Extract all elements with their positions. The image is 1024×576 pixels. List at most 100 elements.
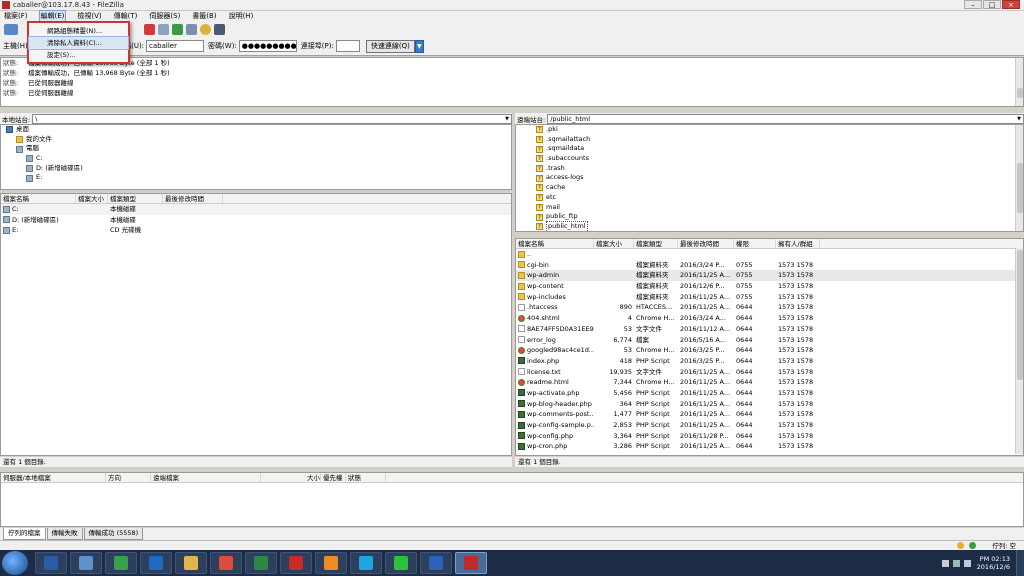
clock[interactable]: PM 02:13 2016/12/6 xyxy=(977,555,1010,571)
menu-6[interactable]: 說明(H) xyxy=(228,11,255,21)
network-icon[interactable] xyxy=(952,559,960,567)
column-header[interactable]: 檔案類型 xyxy=(634,239,678,248)
taskbar-xbox-button[interactable] xyxy=(105,552,137,574)
table-row[interactable]: license.txt 19,935 文字文件 2016/11/25 A... 0644… xyxy=(516,367,1023,378)
taskbar-skype-button[interactable] xyxy=(350,552,382,574)
tree-node[interactable]: ? cache xyxy=(536,183,1023,193)
local-path-input[interactable]: \ ▼ xyxy=(32,113,512,124)
queue-tab-0[interactable]: 佇列的檔案 xyxy=(3,528,46,540)
tree-node[interactable]: ? public_html xyxy=(536,220,1023,231)
binoculars-icon[interactable] xyxy=(214,23,225,35)
column-header[interactable]: 最後修改時間 xyxy=(678,239,734,248)
table-row[interactable]: readme.html 7,344 Chrome H... 2016/11/25 A.… xyxy=(516,377,1023,388)
table-row[interactable]: wp-content 檔案資料夾 2016/12/6 P... 0755 1573 15… xyxy=(516,281,1023,292)
tree-node[interactable]: C: xyxy=(1,154,511,164)
tree-node[interactable]: D: (新增磁碟區) xyxy=(1,164,511,174)
column-header[interactable]: 檔案名稱 xyxy=(516,239,594,248)
taskbar-chrome-button[interactable] xyxy=(210,552,242,574)
cancel-icon[interactable] xyxy=(144,23,155,35)
tray-arrow-icon[interactable] xyxy=(941,559,949,567)
menu-2[interactable]: 檢視(V) xyxy=(76,11,102,21)
table-row[interactable]: wp-activate.php 5,456 PHP Script 2016/11/25… xyxy=(516,388,1023,399)
table-row[interactable]: wp-comments-post.... 1,477 PHP Script 2016/… xyxy=(516,409,1023,420)
edit-menu-item-2[interactable]: 設定(S)... xyxy=(29,49,128,61)
maximize-button[interactable]: □ xyxy=(983,0,1001,9)
menu-4[interactable]: 伺服器(S) xyxy=(148,11,181,21)
tree-node[interactable]: ? .trash xyxy=(536,164,1023,174)
taskbar-explorer-button[interactable] xyxy=(70,552,102,574)
table-row[interactable]: index.php 418 PHP Script 2016/3/25 P... 0644… xyxy=(516,356,1023,367)
compare-icon[interactable] xyxy=(200,23,211,35)
tree-node[interactable]: ? etc xyxy=(536,193,1023,203)
column-header[interactable]: 擁有人/群組 xyxy=(776,239,820,248)
tree-node[interactable]: ? .sqmaildata xyxy=(536,144,1023,154)
queue-tab-1[interactable]: 傳輸失敗 xyxy=(46,528,83,540)
tree-node[interactable]: 電腦 xyxy=(1,144,511,154)
minimize-button[interactable]: – xyxy=(964,0,982,9)
menu-3[interactable]: 傳輸(T) xyxy=(113,11,139,21)
column-header[interactable]: 檔案大小 xyxy=(76,194,108,203)
taskbar-line-button[interactable] xyxy=(385,552,417,574)
queue-column-header[interactable]: 方向 xyxy=(106,473,151,482)
taskbar-folder-button[interactable] xyxy=(175,552,207,574)
port-input[interactable] xyxy=(335,40,360,52)
menu-5[interactable]: 書籤(B) xyxy=(191,11,217,21)
remote-tree-scrollbar[interactable] xyxy=(1015,125,1023,231)
tree-node[interactable]: E: xyxy=(1,173,511,183)
queue-tab-2[interactable]: 傳輸成功 (5558) xyxy=(83,528,144,540)
filter-icon[interactable] xyxy=(172,23,183,35)
taskbar-ps-button[interactable] xyxy=(35,552,67,574)
tree-node[interactable]: ? .sqmailattach xyxy=(536,135,1023,145)
column-header[interactable]: 檔案大小 xyxy=(594,239,634,248)
tree-node[interactable]: ? .pki xyxy=(536,125,1023,135)
edit-menu-item-0[interactable]: 網路組態精靈(N)... xyxy=(29,25,128,37)
start-button[interactable] xyxy=(2,551,28,575)
remote-path-dropdown-icon[interactable]: ▼ xyxy=(1015,115,1023,123)
tree-node[interactable]: 桌面 xyxy=(1,125,511,135)
table-row[interactable]: D: (新增磁碟區) 本機磁碟 xyxy=(1,215,511,226)
column-header[interactable]: 檔案類型 xyxy=(108,194,163,203)
table-row[interactable]: wp-config.php 3,364 PHP Script 2016/11/28 P… xyxy=(516,431,1023,442)
table-row[interactable]: error_log 6,774 檔案 2016/5/16 A... 0644 1573 1… xyxy=(516,335,1023,346)
queue-column-header[interactable]: 優先權 xyxy=(321,473,346,482)
remote-list-scrollbar[interactable] xyxy=(1015,248,1023,454)
taskbar-illustrator-button[interactable] xyxy=(315,552,347,574)
remote-path-input[interactable]: /public_html ▼ xyxy=(547,113,1024,124)
taskbar-filezilla-button[interactable] xyxy=(455,552,487,574)
table-row[interactable]: wp-includes 檔案資料夾 2016/11/25 A... 0755 1573 … xyxy=(516,292,1023,303)
site-manager-icon[interactable] xyxy=(4,23,18,35)
menu-0[interactable]: 檔案(F) xyxy=(3,11,29,21)
reconnect-icon[interactable] xyxy=(158,23,169,35)
queue-column-header[interactable]: 伺服器/本地檔案 xyxy=(1,473,106,482)
table-row[interactable]: 8AE74FF5D0A31EE9... 53 文字文件 2016/11/12 A...… xyxy=(516,324,1023,335)
tree-node[interactable]: ? access-logs xyxy=(536,173,1023,183)
taskbar-acrobat-button[interactable] xyxy=(280,552,312,574)
table-row[interactable]: C: 本機磁碟 xyxy=(1,204,511,215)
column-header[interactable]: 最後修改時間 xyxy=(163,194,223,203)
tree-node[interactable]: ? mail xyxy=(536,203,1023,213)
table-row[interactable]: E: CD 光碟機 xyxy=(1,225,511,236)
table-row[interactable]: wp-config-sample.p... 2,853 PHP Script 2016… xyxy=(516,420,1023,431)
table-row[interactable]: .htaccess 890 HTACCES... 2016/11/25 A... 064… xyxy=(516,302,1023,313)
column-header[interactable]: 檔案名稱 xyxy=(1,194,76,203)
table-row[interactable]: googled98ac4ce1d... 53 Chrome H... 2016/3/2… xyxy=(516,345,1023,356)
quickconnect-dropdown-icon[interactable]: ▼ xyxy=(414,39,424,53)
column-header[interactable]: 權限 xyxy=(734,239,776,248)
table-row[interactable]: wp-cron.php 3,286 PHP Script 2016/11/25 A..… xyxy=(516,441,1023,452)
queue-column-header[interactable]: 狀態 xyxy=(346,473,386,482)
table-row[interactable]: wp-admin 檔案資料夾 2016/11/25 A... 0755 1573 157… xyxy=(516,270,1023,282)
log-scrollbar[interactable] xyxy=(1015,58,1023,106)
taskbar-excel-button[interactable] xyxy=(245,552,277,574)
local-path-dropdown-icon[interactable]: ▼ xyxy=(503,115,511,123)
close-button[interactable]: × xyxy=(1002,0,1020,9)
table-row[interactable]: 404.shtml 4 Chrome H... 2016/3/24 A... 0644 1… xyxy=(516,313,1023,324)
quickconnect-button[interactable]: 快速連線(Q) xyxy=(365,39,415,53)
table-row[interactable]: .. xyxy=(516,249,1023,260)
search-icon[interactable] xyxy=(186,23,197,35)
user-input[interactable] xyxy=(146,40,205,52)
volume-icon[interactable] xyxy=(963,559,971,567)
password-input[interactable] xyxy=(238,40,297,52)
taskbar-word-button[interactable] xyxy=(420,552,452,574)
edit-menu-item-1[interactable]: 清除私人資料(C)... xyxy=(28,36,129,50)
queue-column-header[interactable]: 遠端檔案 xyxy=(151,473,261,482)
